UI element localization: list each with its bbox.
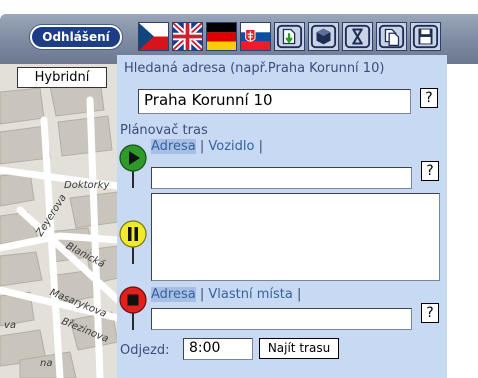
document-download-icon — [275, 23, 304, 50]
flag-sk-button[interactable] — [240, 22, 271, 51]
timer-button[interactable] — [342, 22, 373, 51]
hybrid-map-button[interactable]: Hybridní — [17, 67, 107, 88]
waypoints-textarea[interactable] — [151, 193, 440, 281]
start-tabs: Adresa | Vozidlo | — [151, 139, 263, 154]
find-route-button[interactable]: Najít trasu — [259, 338, 339, 359]
flag-cz-icon — [139, 23, 168, 50]
tab-separator: | — [258, 139, 264, 154]
street-label: na — [40, 358, 53, 369]
start-help-button[interactable]: ? — [421, 161, 439, 181]
end-tabs: Adresa | Vlastní místa | — [151, 287, 301, 302]
tab-custom-places[interactable]: Vlastní místa — [208, 287, 292, 302]
tab-end-address[interactable]: Adresa — [151, 287, 196, 302]
departure-time-input[interactable]: 8:00 — [183, 338, 253, 360]
copy-button[interactable] — [376, 22, 407, 51]
logout-button[interactable]: Odhlášení — [30, 25, 122, 49]
tab-separator: | — [199, 287, 205, 302]
hourglass-icon — [343, 23, 372, 50]
flag-de-button[interactable] — [206, 22, 237, 51]
cube-icon — [309, 23, 338, 50]
waypoint-pin-icon — [119, 220, 147, 264]
start-pin-icon — [119, 144, 147, 188]
route-planner-title: Plánovač tras — [120, 123, 208, 138]
flag-cz-button[interactable] — [138, 22, 169, 51]
end-pin-icon — [119, 286, 147, 330]
tab-start-vehicle[interactable]: Vozidlo — [208, 139, 254, 154]
tab-separator: | — [296, 287, 302, 302]
flag-de-icon — [207, 23, 236, 50]
search-input[interactable]: Praha Korunní 10 — [138, 89, 411, 114]
save-button[interactable] — [410, 22, 441, 51]
flag-uk-button[interactable] — [172, 22, 203, 51]
tab-start-address[interactable]: Adresa — [151, 139, 196, 154]
floppy-disk-icon — [411, 23, 440, 50]
flag-sk-icon — [241, 23, 270, 50]
view-3d-button[interactable] — [308, 22, 339, 51]
flag-uk-icon — [173, 23, 202, 50]
street-label: Doktorky — [64, 180, 110, 191]
start-address-input[interactable] — [151, 167, 412, 189]
departure-label: Odjezd: — [120, 343, 170, 358]
search-label: Hledaná adresa (např.Praha Korunní 10) — [124, 61, 385, 76]
tab-separator: | — [199, 139, 205, 154]
search-help-button[interactable]: ? — [420, 88, 438, 108]
street-label: va — [4, 320, 17, 331]
end-help-button[interactable]: ? — [421, 303, 439, 323]
copy-document-icon — [377, 23, 406, 50]
export-button[interactable] — [274, 22, 305, 51]
end-address-input[interactable] — [151, 308, 412, 330]
